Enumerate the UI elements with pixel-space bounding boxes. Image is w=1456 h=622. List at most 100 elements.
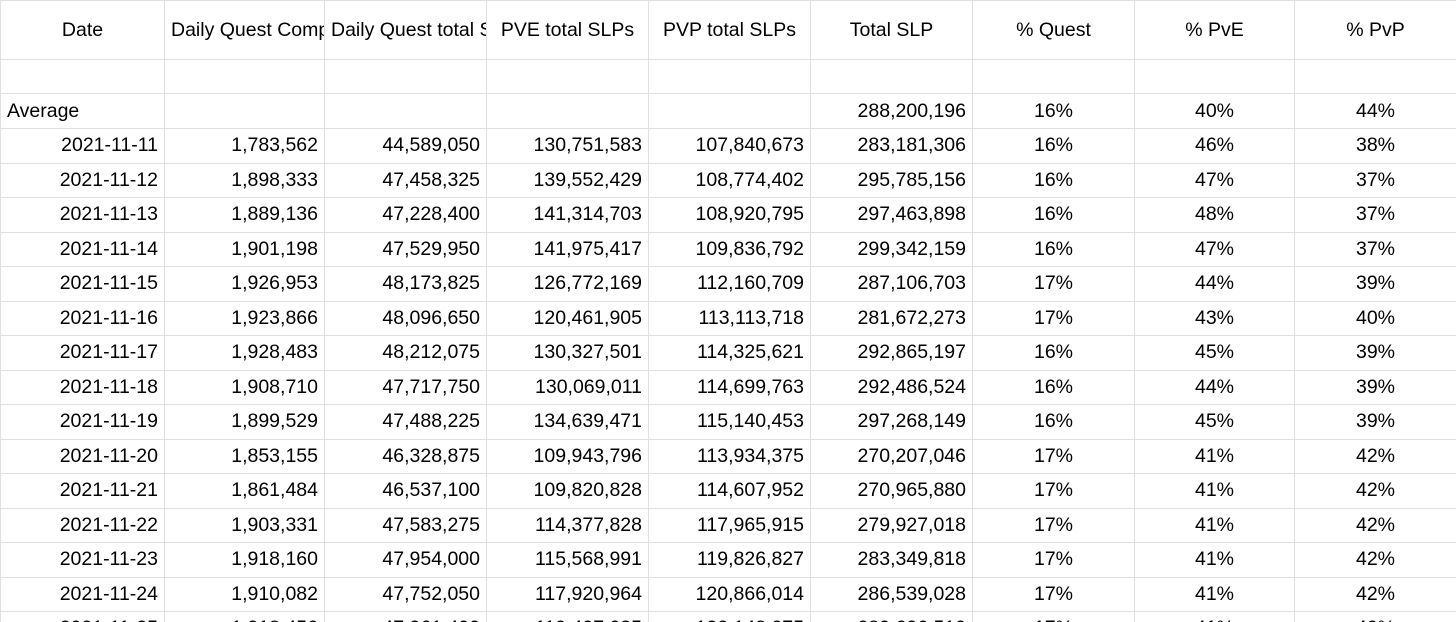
cell-date[interactable]: 2021-11-12	[0, 162, 165, 198]
cell-pct-quest[interactable]: 16%	[972, 128, 1135, 164]
cell-daily-quest-total-slps[interactable]: 47,458,325	[324, 162, 487, 198]
cell-pct-pve[interactable]: 41%	[1134, 438, 1295, 474]
cell-pve-total-slps[interactable]: 141,314,703	[486, 197, 649, 233]
cell-pct-pvp[interactable]: 42%	[1294, 438, 1456, 474]
cell-daily-quest-completions[interactable]: 1,918,456	[164, 611, 325, 622]
cell-daily-quest-completions[interactable]: 1,899,529	[164, 404, 325, 440]
blank-cell-date[interactable]	[0, 59, 165, 94]
cell-pct-pve[interactable]: 44%	[1134, 369, 1295, 405]
cell-daily-quest-completions[interactable]: 1,926,953	[164, 266, 325, 302]
cell-pve-total-slps[interactable]: 115,568,991	[486, 542, 649, 578]
cell-pct-quest[interactable]: 16%	[972, 404, 1135, 440]
blank-cell-pct-pvp[interactable]	[1294, 59, 1456, 94]
cell-pct-pvp[interactable]: 38%	[1294, 128, 1456, 164]
cell-total-slp[interactable]: 292,486,524	[810, 369, 973, 405]
cell-pvp-total-slps[interactable]: 108,920,795	[648, 197, 811, 233]
cell-total-slp[interactable]: 270,965,880	[810, 473, 973, 509]
cell-pvp-total-slps[interactable]: 108,774,402	[648, 162, 811, 198]
cell-pct-pvp[interactable]: 42%	[1294, 542, 1456, 578]
cell-pct-pve[interactable]: 41%	[1134, 576, 1295, 612]
cell-total-slp[interactable]: 289,606,510	[810, 611, 973, 622]
column-header-date[interactable]: Date	[0, 0, 165, 60]
cell-pct-quest[interactable]: 17%	[972, 438, 1135, 474]
cell-pvp-total-slps[interactable]: 114,699,763	[648, 369, 811, 405]
cell-pct-pvp[interactable]: 42%	[1294, 507, 1456, 543]
cell-total-slp[interactable]: 287,106,703	[810, 266, 973, 302]
cell-pct-pve[interactable]: 44%	[1134, 266, 1295, 302]
cell-daily-quest-total-slps[interactable]: 47,954,000	[324, 542, 487, 578]
cell-pve-total-slps[interactable]: 114,377,828	[486, 507, 649, 543]
cell-date[interactable]: 2021-11-13	[0, 197, 165, 233]
cell-pvp-total-slps[interactable]: 120,866,014	[648, 576, 811, 612]
cell-pct-quest[interactable]: 16%	[972, 197, 1135, 233]
cell-daily-quest-completions[interactable]: 1,853,155	[164, 438, 325, 474]
cell-pct-pvp[interactable]: 39%	[1294, 404, 1456, 440]
cell-pct-quest[interactable]: 17%	[972, 473, 1135, 509]
cell-total-slp[interactable]: 297,268,149	[810, 404, 973, 440]
cell-pvp-total-slps[interactable]: 119,826,827	[648, 542, 811, 578]
cell-pct-quest[interactable]: 17%	[972, 611, 1135, 622]
cell-daily-quest-total-slps[interactable]: 46,328,875	[324, 438, 487, 474]
average-pve-total-slps[interactable]	[486, 93, 649, 129]
cell-pve-total-slps[interactable]: 120,461,905	[486, 300, 649, 336]
cell-date[interactable]: 2021-11-22	[0, 507, 165, 543]
cell-pve-total-slps[interactable]: 134,639,471	[486, 404, 649, 440]
column-header-pct-pve[interactable]: % PvE	[1134, 0, 1295, 60]
cell-total-slp[interactable]: 281,672,273	[810, 300, 973, 336]
cell-daily-quest-total-slps[interactable]: 47,228,400	[324, 197, 487, 233]
cell-date[interactable]: 2021-11-14	[0, 231, 165, 267]
cell-total-slp[interactable]: 297,463,898	[810, 197, 973, 233]
column-header-pct-pvp[interactable]: % PvP	[1294, 0, 1456, 60]
column-header-pct-quest[interactable]: % Quest	[972, 0, 1135, 60]
cell-total-slp[interactable]: 283,181,306	[810, 128, 973, 164]
cell-pct-pvp[interactable]: 42%	[1294, 611, 1456, 622]
cell-pvp-total-slps[interactable]: 117,965,915	[648, 507, 811, 543]
cell-daily-quest-completions[interactable]: 1,861,484	[164, 473, 325, 509]
cell-total-slp[interactable]: 295,785,156	[810, 162, 973, 198]
cell-pve-total-slps[interactable]: 119,497,035	[486, 611, 649, 622]
cell-pve-total-slps[interactable]: 109,943,796	[486, 438, 649, 474]
cell-daily-quest-total-slps[interactable]: 47,529,950	[324, 231, 487, 267]
cell-pvp-total-slps[interactable]: 114,325,621	[648, 335, 811, 371]
cell-daily-quest-total-slps[interactable]: 47,752,050	[324, 576, 487, 612]
cell-date[interactable]: 2021-11-21	[0, 473, 165, 509]
blank-cell-pct-quest[interactable]	[972, 59, 1135, 94]
cell-pct-quest[interactable]: 17%	[972, 507, 1135, 543]
cell-pct-pvp[interactable]: 40%	[1294, 300, 1456, 336]
cell-daily-quest-completions[interactable]: 1,908,710	[164, 369, 325, 405]
blank-cell-dqc[interactable]	[164, 59, 325, 94]
cell-daily-quest-total-slps[interactable]: 47,488,225	[324, 404, 487, 440]
average-daily-quest-total-slps[interactable]	[324, 93, 487, 129]
average-label[interactable]: Average	[0, 93, 165, 129]
column-header-total-slp[interactable]: Total SLP	[810, 0, 973, 60]
cell-pvp-total-slps[interactable]: 122,148,075	[648, 611, 811, 622]
cell-daily-quest-total-slps[interactable]: 44,589,050	[324, 128, 487, 164]
cell-pct-pve[interactable]: 48%	[1134, 197, 1295, 233]
cell-daily-quest-completions[interactable]: 1,923,866	[164, 300, 325, 336]
cell-pct-pvp[interactable]: 37%	[1294, 197, 1456, 233]
column-header-daily-quest-completions[interactable]: Daily Quest Completions	[164, 0, 325, 60]
cell-pct-pve[interactable]: 41%	[1134, 542, 1295, 578]
cell-daily-quest-total-slps[interactable]: 47,583,275	[324, 507, 487, 543]
cell-date[interactable]: 2021-11-25	[0, 611, 165, 622]
cell-pct-pve[interactable]: 41%	[1134, 507, 1295, 543]
cell-daily-quest-completions[interactable]: 1,928,483	[164, 335, 325, 371]
cell-pct-pvp[interactable]: 37%	[1294, 162, 1456, 198]
cell-pct-pvp[interactable]: 42%	[1294, 473, 1456, 509]
cell-pct-quest[interactable]: 16%	[972, 231, 1135, 267]
cell-pve-total-slps[interactable]: 130,069,011	[486, 369, 649, 405]
cell-pct-quest[interactable]: 16%	[972, 162, 1135, 198]
cell-date[interactable]: 2021-11-11	[0, 128, 165, 164]
average-pct-pve[interactable]: 40%	[1134, 93, 1295, 129]
cell-total-slp[interactable]: 292,865,197	[810, 335, 973, 371]
cell-date[interactable]: 2021-11-23	[0, 542, 165, 578]
cell-pct-pve[interactable]: 45%	[1134, 404, 1295, 440]
blank-cell-pve[interactable]	[486, 59, 649, 94]
cell-pve-total-slps[interactable]: 126,772,169	[486, 266, 649, 302]
cell-daily-quest-total-slps[interactable]: 47,961,400	[324, 611, 487, 622]
blank-cell-total[interactable]	[810, 59, 973, 94]
cell-total-slp[interactable]: 279,927,018	[810, 507, 973, 543]
cell-date[interactable]: 2021-11-19	[0, 404, 165, 440]
cell-daily-quest-total-slps[interactable]: 48,173,825	[324, 266, 487, 302]
cell-pve-total-slps[interactable]: 117,920,964	[486, 576, 649, 612]
